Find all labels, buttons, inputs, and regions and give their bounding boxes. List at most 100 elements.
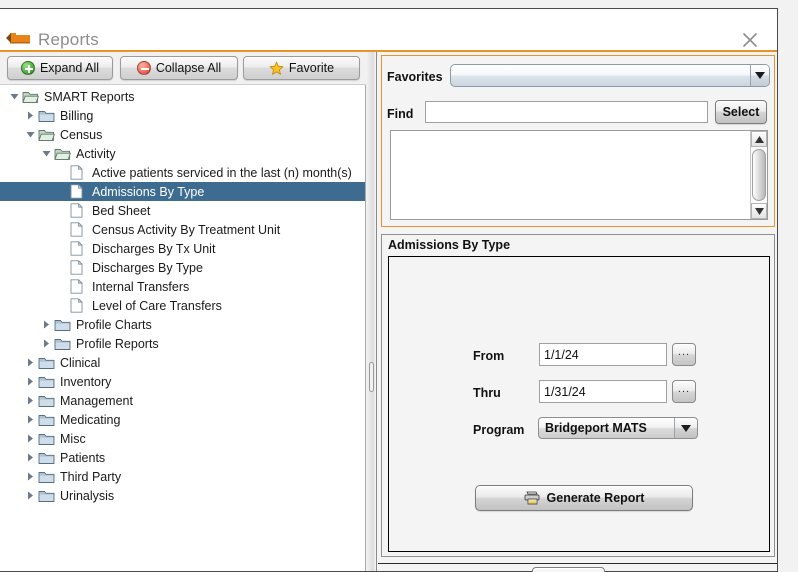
tree-node[interactable]: Urinalysis [0,486,365,505]
expand-all-label: Expand All [39,61,100,75]
window-titlebar: Reports [0,9,777,52]
reports-tree: SMART Reports Billing Census Activity Active… [0,85,365,505]
collapse-all-button[interactable]: Collapse All [120,56,238,80]
chevron-right-icon[interactable] [38,339,54,348]
favorites-panel: Favorites Find Select [381,55,775,227]
file-icon [70,298,89,313]
favorites-list-scrollbar[interactable] [750,131,767,219]
tree-node-label: Urinalysis [60,488,115,503]
tree-node[interactable]: Census [0,125,365,144]
tree-node[interactable]: Census Activity By Treatment Unit [0,220,365,239]
tree-node-label: Third Party [60,469,122,484]
scrollbar-thumb[interactable] [752,149,766,201]
chevron-right-icon[interactable] [22,396,38,405]
screen: Reports Expand All Collapse All Favorite… [0,0,798,572]
favorites-results-list[interactable] [390,130,768,220]
collapse-all-label: Collapse All [155,61,222,75]
chevron-down-icon[interactable] [38,149,54,158]
favorite-label: Favorite [288,61,335,75]
close-icon[interactable] [740,30,760,50]
scrollbar-track[interactable] [751,147,767,203]
chevron-down-icon[interactable] [22,130,38,139]
tree-node-label: Admissions By Type [92,184,205,199]
tree-node[interactable]: Clinical [0,353,365,372]
tree-node[interactable]: Level of Care Transfers [0,296,365,315]
close-button[interactable]: Close [532,567,605,572]
tree-node[interactable]: Inventory [0,372,365,391]
splitter-grip[interactable] [369,362,374,392]
tree-node[interactable]: Active patients serviced in the last (n)… [0,163,365,182]
reports-tree-scroll[interactable]: SMART Reports Billing Census Activity Active… [0,85,366,571]
folder-closed-icon [38,109,57,123]
tree-node-label: Level of Care Transfers [92,298,222,313]
find-label: Find [387,107,414,121]
pane-splitter[interactable] [366,52,377,571]
page-title: Reports [38,30,99,49]
folder-closed-icon [38,394,57,408]
folder-closed-icon [38,432,57,446]
from-label: From [473,349,505,363]
tree-node-label: Inventory [60,374,112,389]
folder-closed-icon [38,413,57,427]
tree-node[interactable]: Internal Transfers [0,277,365,296]
report-parameters-body: From ... Thru ... Program Bridgeport MAT… [388,256,770,552]
chevron-right-icon[interactable] [22,415,38,424]
folder-open-icon [54,147,73,161]
tree-node[interactable]: Discharges By Tx Unit [0,239,365,258]
chevron-right-icon[interactable] [22,491,38,500]
generate-report-button[interactable]: Generate Report [475,485,693,511]
chevron-right-icon[interactable] [22,377,38,386]
chevron-right-icon[interactable] [22,472,38,481]
report-form-title: Admissions By Type [388,238,511,252]
folder-closed-icon [38,375,57,389]
thru-date-picker-button[interactable]: ... [672,380,696,403]
chevron-down-icon[interactable] [6,92,22,101]
tree-node[interactable]: Billing [0,106,365,125]
select-button[interactable]: Select [715,100,767,124]
folder-open-icon [22,90,41,104]
tree-node[interactable]: Third Party [0,467,365,486]
tree-node-label: Census [60,127,103,142]
find-input[interactable] [425,101,708,123]
folder-closed-icon [38,356,57,370]
tree-node[interactable]: Bed Sheet [0,201,365,220]
chevron-right-icon[interactable] [22,111,38,120]
thru-date-input[interactable] [539,380,667,403]
tree-node[interactable]: Medicating [0,410,365,429]
file-icon [70,203,89,218]
program-select[interactable]: Bridgeport MATS [538,417,698,439]
scroll-down-arrow-icon[interactable] [751,203,767,219]
tree-node-label: Billing [60,108,94,123]
favorite-button[interactable]: Favorite [243,56,360,80]
tree-node[interactable]: Discharges By Type [0,258,365,277]
chevron-right-icon[interactable] [22,453,38,462]
tree-node[interactable]: SMART Reports [0,87,365,106]
tree-node[interactable]: Profile Reports [0,334,365,353]
chevron-right-icon[interactable] [22,434,38,443]
tree-node[interactable]: Profile Charts [0,315,365,334]
gold-star-icon [269,61,284,76]
chevron-right-icon[interactable] [38,320,54,329]
thru-label: Thru [473,386,501,400]
program-label: Program [473,423,525,437]
chevron-down-icon [674,418,697,438]
tree-node[interactable]: Management [0,391,365,410]
from-date-input[interactable] [539,343,667,366]
file-icon [70,279,89,294]
tree-node-label: Active patients serviced in the last (n)… [92,165,352,180]
tree-node-label: Clinical [60,355,101,370]
tree-node[interactable]: Admissions By Type [0,182,365,201]
favorites-select[interactable] [450,64,770,87]
expand-all-button[interactable]: Expand All [7,56,113,80]
chevron-down-icon [750,65,769,86]
printer-icon [524,491,540,505]
generate-report-label: Generate Report [546,491,645,505]
report-parameters-group: Admissions By Type From ... Thru ... Pro… [381,234,775,557]
chevron-right-icon[interactable] [22,358,38,367]
tree-node[interactable]: Patients [0,448,365,467]
window-body: Expand All Collapse All Favorite SMART R… [0,52,777,572]
tree-node[interactable]: Activity [0,144,365,163]
tree-node[interactable]: Misc [0,429,365,448]
scroll-up-arrow-icon[interactable] [751,131,767,147]
from-date-picker-button[interactable]: ... [672,343,696,366]
